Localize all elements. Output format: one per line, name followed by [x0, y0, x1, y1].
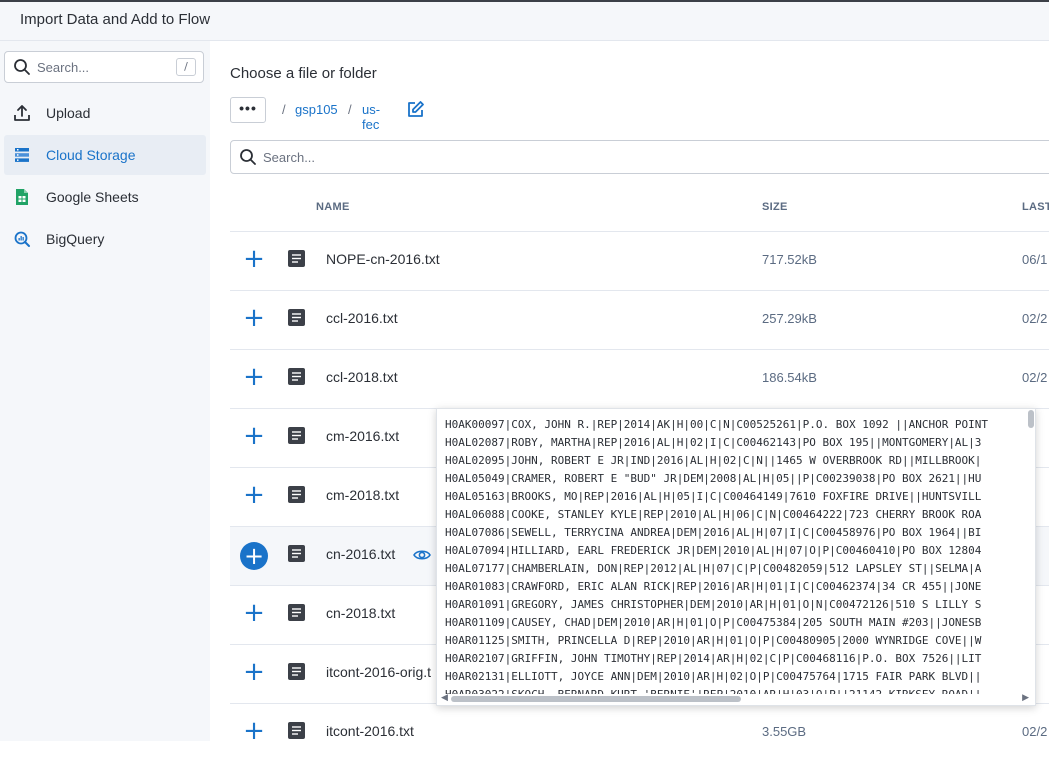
add-file-plus-icon[interactable]: +: [243, 423, 265, 449]
file-size: 186.54kB: [762, 370, 817, 385]
search-icon: [240, 149, 256, 165]
file-name: cn-2016.txt: [326, 546, 396, 562]
sidebar-item-label: BigQuery: [46, 231, 105, 247]
file-name: NOPE-cn-2016.txt: [326, 251, 440, 267]
horizontal-scrollbar-thumb[interactable]: [451, 696, 741, 702]
dialog-header: Import Data and Add to Flow: [0, 2, 1049, 41]
file-date: 02/2: [1022, 724, 1048, 739]
page-title: Choose a file or folder: [230, 65, 377, 82]
sidebar-item-google-sheets[interactable]: Google Sheets: [4, 177, 206, 217]
file-size: 3.55GB: [762, 724, 807, 739]
preview-line: H0AL02087|ROBY, MARTHA|REP|2016|AL|H|02|…: [445, 436, 982, 449]
add-file-plus-icon[interactable]: +: [243, 246, 265, 272]
file-name: itcont-2016-orig.t: [326, 664, 432, 680]
preview-line: H0AL05163|BROOKS, MO|REP|2016|AL|H|05|I|…: [445, 490, 982, 503]
file-date: 06/1: [1022, 252, 1048, 267]
google-sheets-icon: [16, 189, 28, 205]
preview-line: H0AL05049|CRAMER, ROBERT E "BUD" JR|DEM|…: [445, 472, 982, 485]
edit-path-icon[interactable]: [406, 100, 425, 119]
file-icon: [288, 368, 305, 385]
file-preview-popover[interactable]: H0AK00097|COX, JOHN R.|REP|2014|AK|H|00|…: [436, 408, 1036, 706]
horizontal-scrollbar[interactable]: ◀ ▶: [441, 693, 1029, 703]
file-icon: [288, 545, 305, 562]
file-name: itcont-2016.txt: [326, 723, 414, 739]
add-file-plus-icon[interactable]: +: [243, 305, 265, 331]
shortcut-key-badge: /: [176, 58, 196, 76]
file-size: 717.52kB: [762, 252, 817, 267]
file-icon: [288, 604, 305, 621]
breadcrumb-separator: /: [348, 102, 352, 117]
scroll-right-arrow-icon[interactable]: ▶: [1022, 693, 1029, 703]
preview-line: H0AR01083|CRAWFORD, ERIC ALAN RICK|REP|2…: [445, 580, 982, 593]
bigquery-icon: [14, 231, 30, 247]
sidebar-item-label: Cloud Storage: [46, 147, 136, 163]
file-icon: [288, 250, 305, 267]
add-file-plus-icon[interactable]: +: [243, 482, 265, 508]
file-name: cm-2016.txt: [326, 428, 400, 444]
file-icon: [288, 722, 305, 739]
file-icon: [288, 309, 305, 326]
preview-line: H0AK00097|COX, JOHN R.|REP|2014|AK|H|00|…: [445, 418, 989, 431]
sidebar-item-upload[interactable]: Upload: [4, 93, 206, 133]
preview-line: H0AR02107|GRIFFIN, JOHN TIMOTHY|REP|2014…: [445, 652, 982, 665]
preview-line: H0AL06088|COOKE, STANLEY KYLE|REP|2010|A…: [445, 508, 982, 521]
preview-line: H0AR01091|GREGORY, JAMES CHRISTOPHER|DEM…: [445, 598, 982, 611]
file-search-input[interactable]: Search...: [230, 140, 1049, 174]
file-icon: [288, 486, 305, 503]
dialog-title: Import Data and Add to Flow: [20, 11, 211, 28]
column-header-size[interactable]: SIZE: [762, 201, 788, 213]
column-header-last-modified[interactable]: LAST: [1022, 201, 1049, 213]
sidebar-item-bigquery[interactable]: BigQuery: [4, 219, 206, 259]
preview-line: H0AL07086|SEWELL, TERRYCINA ANDREA|DEM|2…: [445, 526, 982, 539]
table-row[interactable]: + NOPE-cn-2016.txt 717.52kB 06/1: [230, 231, 1049, 290]
vertical-scrollbar-thumb[interactable]: [1028, 410, 1034, 428]
preview-line: H0AL07177|CHAMBERLAIN, DON|REP|2012|AL|H…: [445, 562, 982, 575]
preview-line: H0AR01109|CAUSEY, CHAD|DEM|2010|AR|H|01|…: [445, 616, 982, 629]
add-file-plus-icon[interactable]: +: [243, 718, 265, 744]
file-name: cn-2018.txt: [326, 605, 396, 621]
preview-line: H0AR03022|SKOCH, BERNARD KURT 'BERNIE'|R…: [445, 686, 1025, 694]
file-icon: [288, 427, 305, 444]
column-header-name[interactable]: NAME: [316, 201, 350, 213]
add-file-plus-icon[interactable]: +: [243, 600, 265, 626]
scroll-left-arrow-icon[interactable]: ◀: [441, 693, 448, 703]
sidebar-item-label: Google Sheets: [46, 189, 139, 205]
sidebar-item-cloud-storage[interactable]: Cloud Storage: [4, 135, 206, 175]
preview-eye-icon[interactable]: [413, 547, 431, 563]
sidebar: Search... / Upload Cloud Storage Google …: [0, 41, 210, 741]
preview-line: H0AL02095|JOHN, ROBERT E JR|IND|2016|AL|…: [445, 454, 982, 467]
preview-line: H0AR02131|ELLIOTT, JOYCE ANN|DEM|2010|AR…: [445, 670, 982, 683]
breadcrumb-item-us-fec[interactable]: us-fec: [362, 102, 380, 132]
file-icon: [288, 663, 305, 680]
preview-content: H0AK00097|COX, JOHN R.|REP|2014|AK|H|00|…: [445, 416, 1025, 694]
file-name: ccl-2018.txt: [326, 369, 398, 385]
breadcrumb-item-gsp105[interactable]: gsp105: [295, 102, 338, 117]
preview-line: H0AL07094|HILLIARD, EARL FREDERICK JR|DE…: [445, 544, 982, 557]
file-size: 257.29kB: [762, 311, 817, 326]
sidebar-search-placeholder: Search...: [37, 60, 90, 75]
file-date: 02/2: [1022, 311, 1048, 326]
search-icon: [14, 59, 30, 75]
table-row[interactable]: + itcont-2016.txt 3.55GB 02/2: [230, 703, 1049, 762]
add-file-plus-icon[interactable]: +: [240, 542, 268, 570]
add-file-plus-icon[interactable]: +: [243, 659, 265, 685]
table-row[interactable]: + ccl-2016.txt 257.29kB 02/2: [230, 290, 1049, 349]
file-name: cm-2018.txt: [326, 487, 400, 503]
file-search-placeholder: Search...: [263, 150, 316, 165]
table-row[interactable]: + ccl-2018.txt 186.54kB 02/2: [230, 349, 1049, 408]
breadcrumb-more-button[interactable]: •••: [230, 97, 266, 123]
sidebar-item-label: Upload: [46, 105, 91, 121]
file-name: ccl-2016.txt: [326, 310, 398, 326]
add-file-plus-icon[interactable]: +: [243, 364, 265, 390]
cloud-storage-icon: [15, 148, 29, 162]
preview-line: H0AR01125|SMITH, PRINCELLA D|REP|2010|AR…: [445, 634, 982, 647]
breadcrumb-separator: /: [282, 102, 286, 117]
sidebar-search-input[interactable]: Search... /: [4, 51, 204, 83]
file-date: 02/2: [1022, 370, 1048, 385]
upload-icon: [14, 105, 30, 121]
